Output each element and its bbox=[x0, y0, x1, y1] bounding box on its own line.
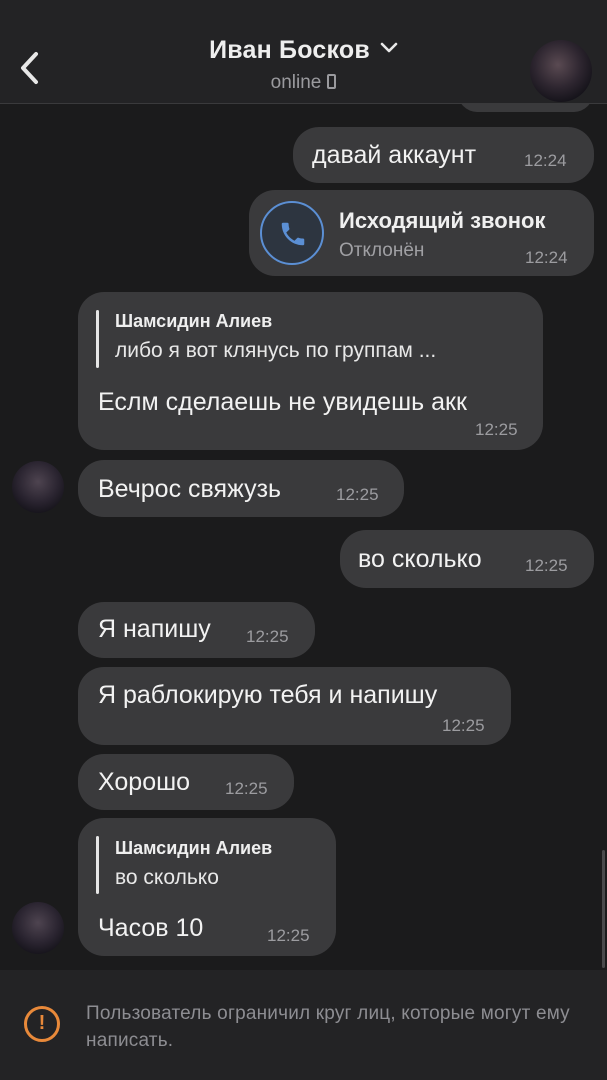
chat-header: Иван Босков online bbox=[0, 0, 607, 104]
reply-text: во сколько bbox=[115, 866, 219, 889]
message-bubble-incoming[interactable]: Вечрос свяжузь 12:25 bbox=[78, 460, 404, 517]
sender-avatar[interactable] bbox=[12, 461, 64, 513]
call-status: Отклонён bbox=[339, 240, 425, 261]
scrollbar[interactable] bbox=[602, 850, 605, 968]
mobile-phone-icon bbox=[327, 74, 337, 89]
message-bubble-partial bbox=[458, 104, 593, 112]
message-time: 12:25 bbox=[267, 926, 310, 945]
contact-name: Иван Босков bbox=[209, 36, 370, 64]
message-bubble-incoming[interactable]: Я раблокирую тебя и напишу 12:25 bbox=[78, 667, 511, 745]
message-time: 12:25 bbox=[442, 716, 485, 735]
chat-screen: Иван Босков online давай аккаунт 12:24 И… bbox=[0, 0, 607, 1080]
contact-status: online bbox=[0, 72, 607, 94]
message-time: 12:25 bbox=[525, 556, 568, 575]
message-text: Часов 10 bbox=[98, 914, 204, 942]
call-button[interactable] bbox=[260, 201, 324, 265]
message-bubble-outgoing[interactable]: давай аккаунт 12:24 bbox=[293, 127, 594, 183]
restriction-notice-text: Пользователь ограничил круг лиц, которые… bbox=[86, 1003, 570, 1051]
message-bubble-incoming[interactable]: Хорошо 12:25 bbox=[78, 754, 294, 810]
call-title: Исходящий звонок bbox=[339, 208, 546, 233]
message-bubble-incoming-reply[interactable]: Шамсидин Алиев либо я вот клянусь по гру… bbox=[78, 292, 543, 450]
message-text: во сколько bbox=[358, 545, 482, 573]
message-time: 12:24 bbox=[525, 248, 568, 267]
message-bubble-incoming-reply[interactable]: Шамсидин Алиев во сколько Часов 10 12:25 bbox=[78, 818, 336, 956]
call-message-bubble[interactable]: Исходящий звонок Отклонён 12:24 bbox=[249, 190, 594, 276]
reply-author: Шамсидин Алиев bbox=[115, 311, 273, 331]
message-list[interactable]: давай аккаунт 12:24 Исходящий звонок Отк… bbox=[0, 104, 607, 970]
reply-quote-bar bbox=[96, 310, 99, 368]
message-time: 12:24 bbox=[524, 151, 567, 170]
warning-icon: ! bbox=[24, 1006, 60, 1042]
message-bubble-outgoing[interactable]: во сколько 12:25 bbox=[340, 530, 594, 588]
message-time: 12:25 bbox=[246, 627, 289, 646]
message-bubble-incoming[interactable]: Я напишу 12:25 bbox=[78, 602, 315, 658]
sender-avatar[interactable] bbox=[12, 902, 64, 954]
message-text: Я напишу bbox=[98, 615, 211, 643]
chat-title-button[interactable]: Иван Босков bbox=[0, 36, 607, 65]
message-time: 12:25 bbox=[336, 485, 379, 504]
message-time: 12:25 bbox=[225, 779, 268, 798]
message-text: Вечрос свяжузь bbox=[98, 475, 282, 503]
message-text: Еслм сделаешь не увидешь акк bbox=[98, 388, 467, 416]
contact-avatar[interactable] bbox=[530, 40, 592, 102]
message-text: Хорошо bbox=[98, 768, 191, 796]
reply-quote-bar bbox=[96, 836, 99, 894]
message-time: 12:25 bbox=[475, 420, 518, 439]
chevron-down-icon bbox=[380, 42, 398, 53]
message-text: Я раблокирую тебя и напишу bbox=[98, 681, 438, 709]
online-status: online bbox=[270, 72, 322, 93]
reply-author: Шамсидин Алиев bbox=[115, 838, 273, 858]
reply-text: либо я вот клянусь по группам ... bbox=[115, 339, 437, 362]
message-text: давай аккаунт bbox=[312, 141, 477, 169]
phone-icon bbox=[281, 222, 305, 246]
